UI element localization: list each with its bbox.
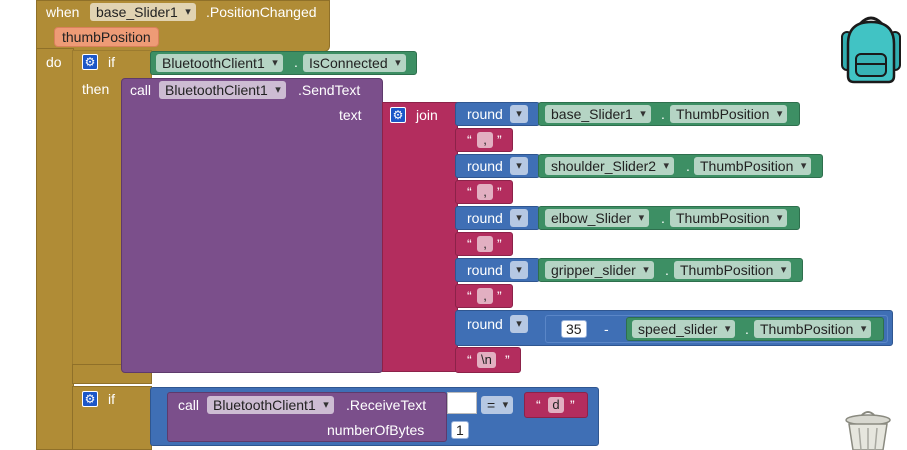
text-arg-label: text: [339, 107, 362, 123]
quote-close: ”: [497, 236, 502, 252]
dropdown-arrow-icon[interactable]: ▾: [510, 261, 528, 279]
comma-string-value[interactable]: ,: [477, 132, 493, 148]
thumbposition-property-dropdown[interactable]: ThumbPosition: [670, 209, 788, 227]
condition-property-dropdown[interactable]: IsConnected: [303, 54, 406, 72]
sendtext-component-dropdown[interactable]: BluetoothClient1: [159, 81, 286, 99]
receivetext-method-label: .ReceiveText: [346, 397, 427, 413]
slider-component-dropdown[interactable]: gripper_slider: [545, 261, 654, 279]
numberofbytes-arg-label: numberOfBytes: [327, 422, 425, 438]
empty-socket: [447, 392, 477, 414]
when-label: when: [46, 4, 80, 20]
event-component-dropdown[interactable]: base_Slider1: [90, 3, 196, 21]
quote-open: “: [467, 352, 472, 368]
quote-open: “: [467, 184, 472, 200]
quote-open: “: [467, 132, 472, 148]
minus-operator: -: [604, 321, 609, 337]
if-label: if: [108, 391, 115, 407]
do-label: do: [46, 54, 62, 70]
quote-close: ”: [497, 132, 502, 148]
dot-separator: .: [686, 158, 690, 174]
gear-icon[interactable]: ⚙: [390, 107, 406, 123]
quote-close: ”: [570, 397, 575, 413]
trash-can-icon[interactable]: [842, 410, 894, 450]
if-label: if: [108, 54, 115, 70]
dot-separator: .: [661, 210, 665, 226]
call-label: call: [130, 82, 152, 98]
round-label: round: [467, 316, 503, 332]
newline-string-value[interactable]: \n: [477, 352, 496, 368]
quote-open: “: [467, 288, 472, 304]
number-35-field[interactable]: 35: [561, 320, 587, 338]
slider-component-dropdown[interactable]: shoulder_Slider2: [545, 157, 675, 175]
round-label: round: [467, 210, 503, 226]
thumbposition-param[interactable]: thumbPosition: [54, 27, 159, 47]
numberofbytes-value-field[interactable]: 1: [451, 421, 469, 439]
thumbposition-property-dropdown[interactable]: ThumbPosition: [670, 105, 788, 123]
event-name-label: .PositionChanged: [206, 4, 317, 20]
round-label: round: [467, 262, 503, 278]
round-label: round: [467, 106, 503, 122]
comma-string-value[interactable]: ,: [477, 184, 493, 200]
dot-separator: .: [665, 262, 669, 278]
dot-separator: .: [294, 54, 298, 70]
condition-component-dropdown[interactable]: BluetoothClient1: [156, 54, 283, 72]
then-label: then: [82, 81, 110, 97]
dropdown-arrow-icon[interactable]: ▾: [510, 209, 528, 227]
dropdown-arrow-icon[interactable]: ▾: [510, 105, 528, 123]
thumbposition-property-dropdown[interactable]: ThumbPosition: [754, 320, 872, 338]
thumbposition-property-dropdown[interactable]: ThumbPosition: [674, 261, 792, 279]
receivetext-component-dropdown[interactable]: BluetoothClient1: [207, 396, 334, 414]
thumbposition-property-dropdown[interactable]: ThumbPosition: [694, 157, 812, 175]
d-string-value[interactable]: d: [548, 397, 564, 413]
comma-string-value[interactable]: ,: [477, 236, 493, 252]
sendtext-method-label: .SendText: [298, 82, 361, 98]
backpack-icon[interactable]: [836, 14, 906, 84]
slider-component-dropdown[interactable]: speed_slider: [632, 320, 736, 338]
comma-string-value[interactable]: ,: [477, 288, 493, 304]
dropdown-arrow-icon[interactable]: ▾: [510, 157, 528, 175]
quote-close: ”: [497, 184, 502, 200]
round-label: round: [467, 158, 503, 174]
call-label: call: [178, 397, 200, 413]
quote-open: “: [467, 236, 472, 252]
blocks-workspace[interactable]: when base_Slider1 .PositionChanged thumb…: [0, 0, 907, 450]
quote-open: “: [536, 397, 541, 413]
gear-icon[interactable]: ⚙: [82, 391, 98, 407]
quote-close: ”: [505, 352, 510, 368]
join-block[interactable]: [382, 102, 458, 372]
dot-separator: .: [745, 321, 749, 337]
compare-operator-dropdown[interactable]: =: [481, 396, 514, 414]
slider-component-dropdown[interactable]: elbow_Slider: [545, 209, 650, 227]
event-do-bar: [36, 48, 74, 450]
quote-close: ”: [497, 288, 502, 304]
join-label: join: [416, 107, 438, 123]
dropdown-arrow-icon[interactable]: ▾: [510, 315, 528, 333]
dot-separator: .: [661, 106, 665, 122]
slider-component-dropdown[interactable]: base_Slider1: [545, 105, 651, 123]
gear-icon[interactable]: ⚙: [82, 54, 98, 70]
